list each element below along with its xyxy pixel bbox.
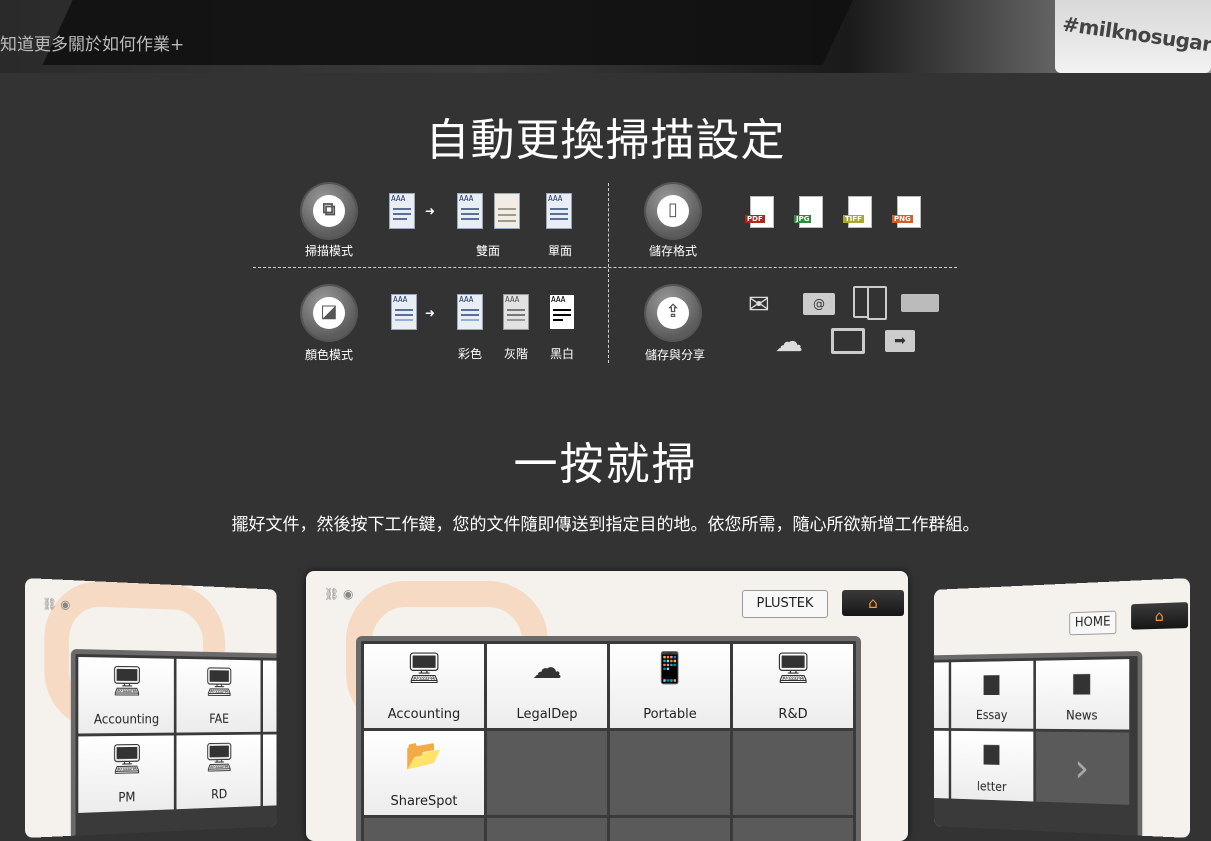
empty-slot — [487, 818, 607, 841]
scan-mode-icon: ⧉ — [302, 184, 356, 238]
vertical-divider — [608, 183, 609, 363]
doc-color-icon: AAA — [457, 294, 483, 330]
arrow-icon-2: ➜ — [425, 306, 436, 320]
section2-description: 擺好文件，然後按下工作鍵，您的文件隨即傳送到指定目的地。依您所需，隨心所欲新增工… — [231, 515, 980, 535]
horizontal-divider — [253, 267, 957, 268]
cloud-upload-icon: ☁ — [775, 325, 803, 358]
panel-left: ⛓ ◉ 🖥 Accounting 🖥 FAE 🖥 PM 🖥 RD — [25, 578, 277, 838]
monitor-icon — [831, 328, 865, 354]
job-button[interactable]: ▆ News — [1035, 659, 1130, 730]
network-status-icon: ⛓ ◉ — [324, 587, 354, 601]
duplex-label: 雙面 — [475, 244, 500, 258]
save-share-icon: ⇪ — [646, 286, 700, 340]
computer-icon: 🖥 — [109, 664, 144, 699]
next-page-button[interactable]: › — [1035, 731, 1130, 805]
home-text-button[interactable]: HOME — [1069, 610, 1117, 636]
folder-arrow-icon: ➡ — [885, 330, 915, 352]
next-arrow-icon: › — [1074, 746, 1089, 791]
job-button[interactable]: ▆ letter — [951, 730, 1034, 802]
doc-color-source-icon: AAA — [391, 294, 417, 330]
empty-slot — [364, 818, 484, 841]
job-button[interactable]: 🖥 PM — [78, 735, 174, 813]
computer-icon: 🖥 — [203, 665, 236, 699]
color-mode-icon: ◪ — [302, 286, 356, 340]
smb-folder-icon: ▆ — [983, 738, 1000, 765]
usb-icon — [901, 294, 939, 312]
save-format-label: 儲存格式 — [648, 244, 697, 258]
job-button[interactable]: 🖥 Accounting — [364, 644, 484, 728]
save-format-icon: ▯ — [646, 184, 700, 238]
section1-title: 自動更換掃描設定 — [425, 115, 786, 166]
doc-gray-icon: AAA — [503, 294, 529, 330]
tiff-file-icon: TIFF — [843, 196, 872, 228]
tablet-icon — [867, 286, 887, 320]
gray-label: 灰階 — [503, 347, 528, 361]
job-button[interactable]: 🖥 Accounting — [78, 656, 174, 734]
section2-title: 一按就掃 — [513, 439, 698, 490]
smb-folder-icon: ▆ — [1073, 667, 1091, 695]
job-button[interactable]: 📂 ShareSpot — [364, 731, 484, 815]
arrow-icon: ➜ — [425, 204, 436, 218]
job-button[interactable]: 🖥 RD — [176, 734, 261, 810]
empty-slot — [733, 731, 853, 815]
simplex-label: 單面 — [547, 244, 572, 258]
scan-mode-label: 掃描模式 — [304, 244, 353, 258]
empty-slot — [487, 731, 607, 815]
job-button[interactable] — [262, 660, 277, 732]
jpg-file-icon: JPG — [794, 196, 823, 228]
job-grid-right: ▆ Essay ▆ News ▆ letter › — [934, 650, 1143, 838]
ftp-folder-icon: @ — [803, 293, 835, 315]
doc-source-icon: AAA — [389, 193, 415, 229]
job-button[interactable]: 🖥 R&D — [733, 644, 853, 728]
computer-icon: 🖥 — [203, 741, 236, 775]
job-grid-center: 🖥 Accounting ☁ LegalDep 📱 Portable 🖥 R&D 📂 Sh… — [356, 636, 861, 841]
doc-back-icon — [494, 193, 520, 229]
job-button[interactable]: ▆ Essay — [951, 660, 1034, 729]
empty-slot — [610, 731, 730, 815]
pdf-file-icon: PDF — [745, 196, 774, 228]
job-button[interactable]: 📱 Portable — [610, 644, 730, 728]
home-icon[interactable]: ⌂ — [842, 590, 904, 616]
learn-more-link[interactable]: 知道更多關於如何作業+ — [0, 30, 184, 55]
job-button[interactable] — [934, 730, 949, 799]
computer-icon: 🖥 — [109, 742, 144, 777]
bw-label: 黑白 — [549, 347, 574, 361]
save-share-label: 儲存與分享 — [644, 348, 705, 362]
smb-folder-icon: ▆ — [983, 668, 1000, 696]
computer-icon: 🖥 — [773, 651, 813, 686]
network-status-icon: ⛓ ◉ — [42, 596, 71, 612]
doc-simplex-icon: AAA — [546, 193, 572, 229]
mobile-icon: 📱 — [651, 651, 689, 686]
computer-icon: 🖥 — [404, 651, 444, 686]
panel-center: ⛓ ◉ PLUSTEK ⌂ 🖥 Accounting ☁ LegalDep 📱 Por… — [306, 571, 908, 841]
cloud-upload-icon: ☁ — [532, 651, 562, 686]
doc-front-icon: AAA — [457, 193, 483, 229]
mail-icon: ✉ — [748, 290, 770, 320]
job-button[interactable] — [934, 662, 949, 729]
png-file-icon: PNG — [892, 196, 921, 228]
ftp-folder-icon: 📂 — [405, 738, 443, 773]
hero-banner: #milknosugar 知道更多關於如何作業+ — [0, 0, 1211, 73]
panel-right: HOME ⌂ ▆ Essay ▆ News ▆ letter › — [934, 578, 1190, 838]
job-button[interactable] — [262, 734, 277, 806]
color-mode-label: 顏色模式 — [304, 348, 353, 362]
doc-bw-icon: AAA — [549, 294, 575, 330]
empty-slot — [610, 818, 730, 841]
job-button[interactable]: 🖥 FAE — [176, 658, 261, 733]
job-grid-left: 🖥 Accounting 🖥 FAE 🖥 PM 🖥 RD — [70, 648, 277, 838]
plustek-button[interactable]: PLUSTEK — [742, 590, 828, 618]
home-icon[interactable]: ⌂ — [1131, 602, 1189, 630]
job-button[interactable]: ☁ LegalDep — [487, 644, 607, 728]
empty-slot — [733, 818, 853, 841]
color-label: 彩色 — [457, 347, 482, 361]
